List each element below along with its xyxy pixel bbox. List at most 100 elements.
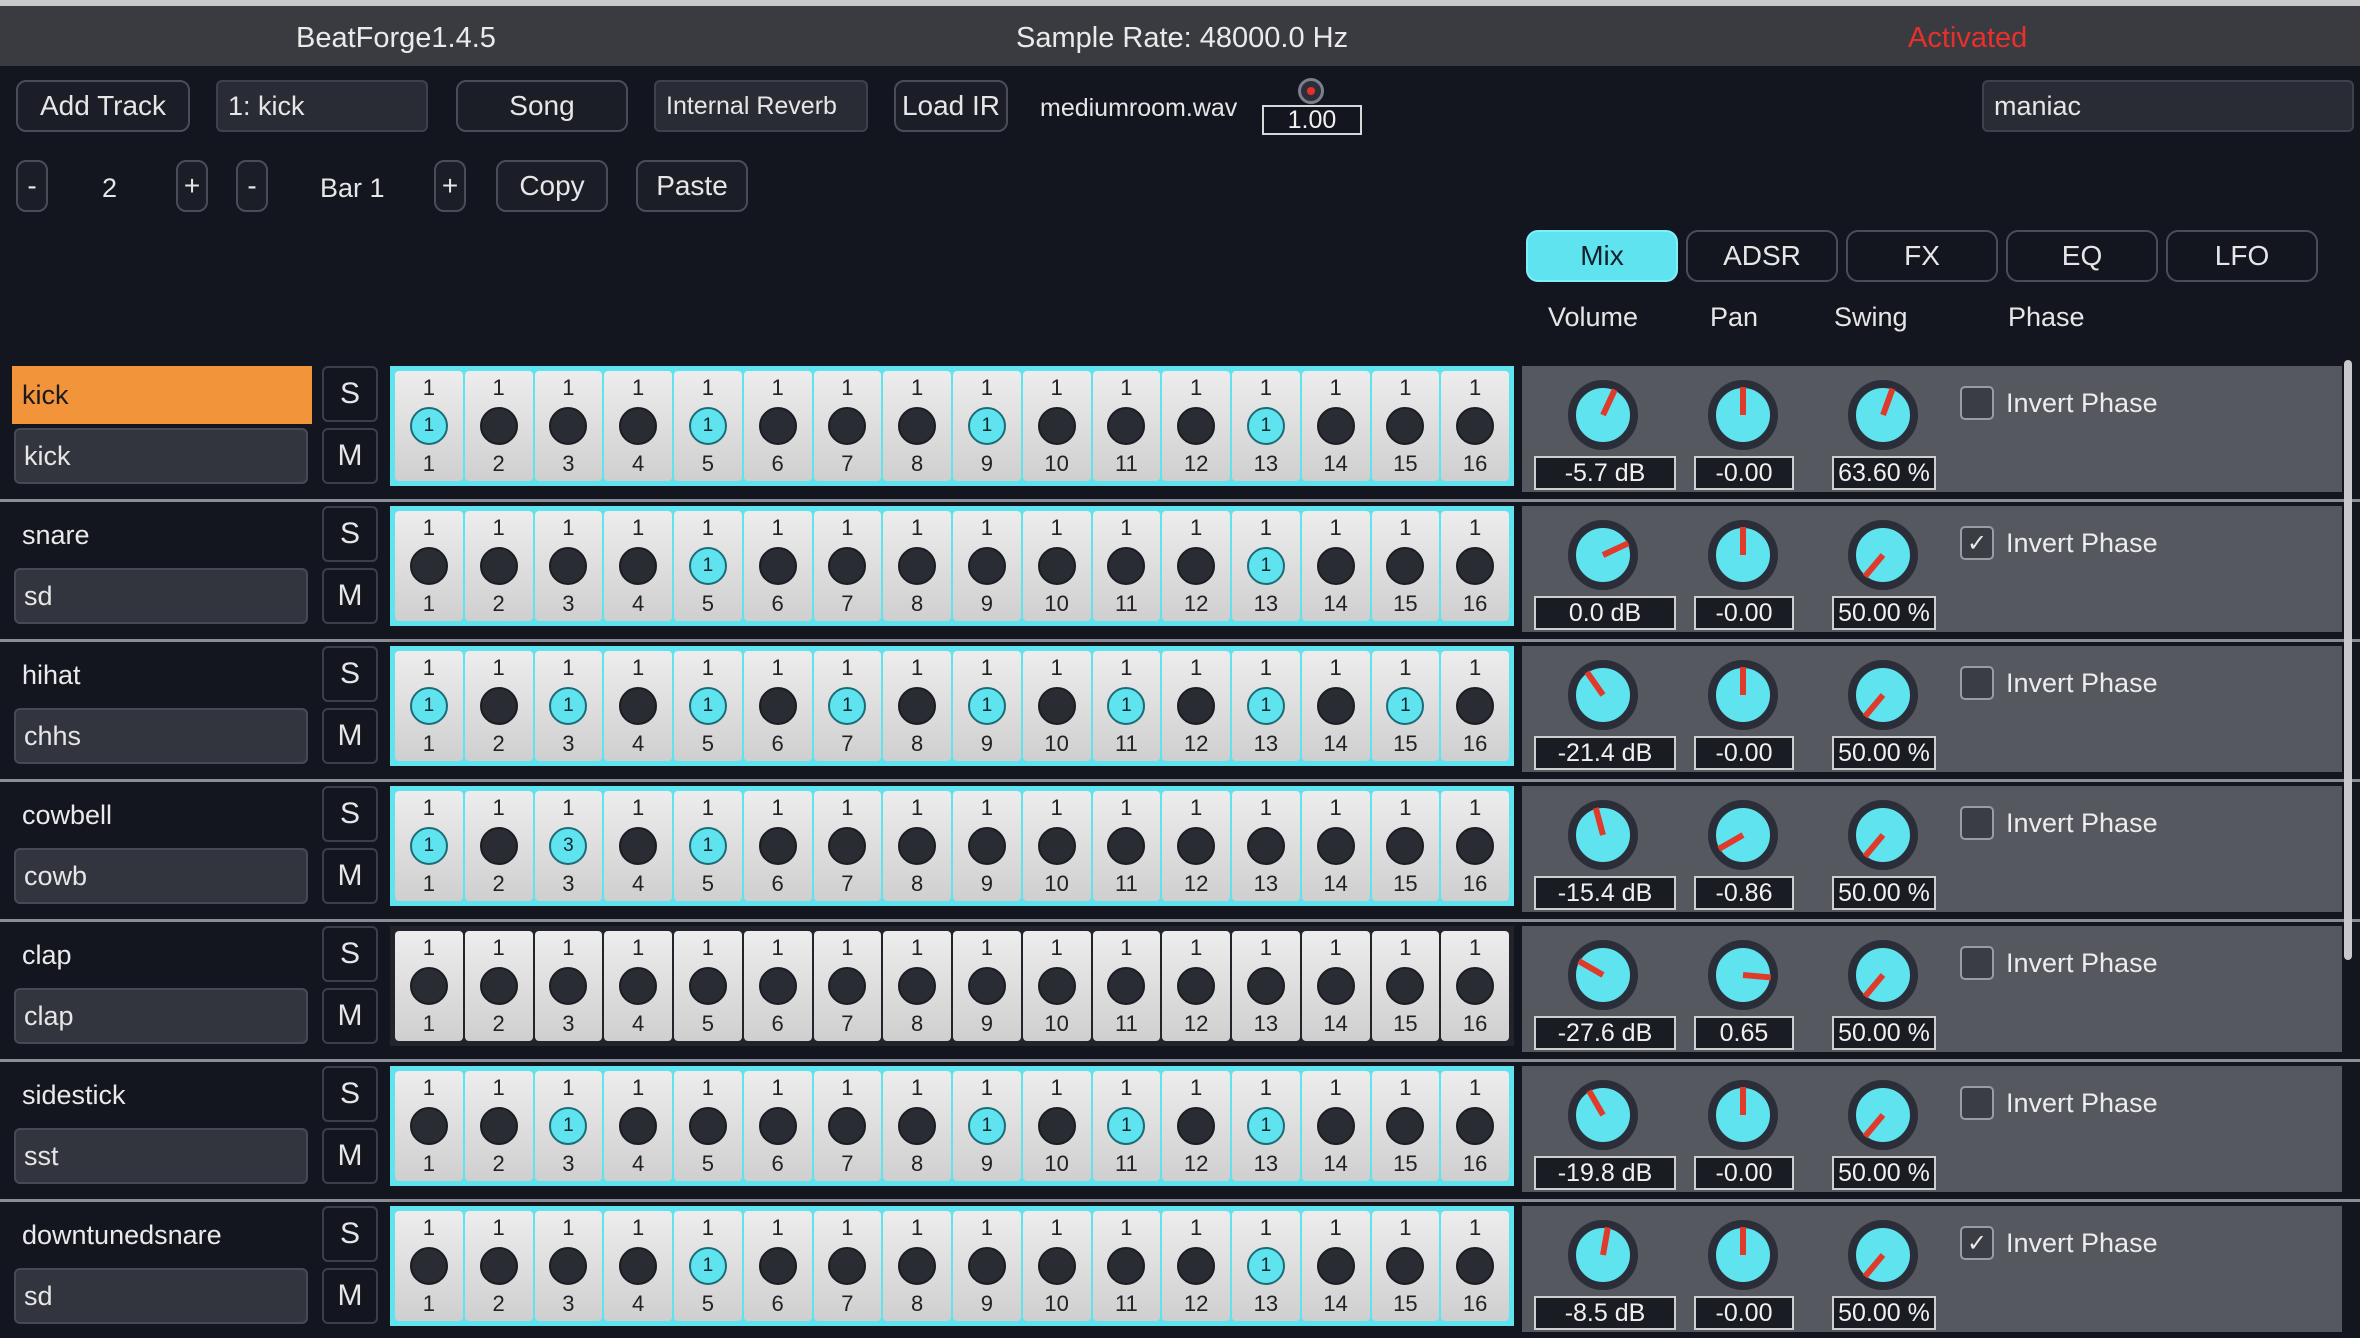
invert-phase-checkbox[interactable] [1960,806,1994,840]
copy-button[interactable]: Copy [496,160,608,212]
swing-value[interactable]: 50.00 % [1832,1016,1936,1050]
step-pad[interactable]: 1 16 [1441,791,1509,901]
step-toggle[interactable] [479,547,518,585]
step-pad[interactable]: 17 [813,1071,882,1181]
step-toggle[interactable] [828,1247,867,1285]
step-toggle[interactable] [619,827,658,865]
step-toggle[interactable] [479,967,518,1005]
step-toggle[interactable] [1246,827,1285,865]
pan-value[interactable]: -0.00 [1694,596,1794,630]
volume-knob[interactable] [1568,660,1638,730]
step-toggle[interactable]: 1 [967,407,1006,445]
step-pad[interactable]: 18 [883,651,951,761]
step-toggle[interactable] [1177,547,1216,585]
step-toggle[interactable] [619,547,658,585]
swing-knob[interactable] [1848,940,1918,1010]
step-pad[interactable]: 115 [674,371,742,481]
step-toggle[interactable]: 1 [549,1107,588,1145]
invert-phase-checkbox[interactable] [1960,666,1994,700]
volume-knob[interactable] [1568,1080,1638,1150]
step-pad[interactable]: 16 [743,791,812,901]
reverb-type-dropdown[interactable]: Internal Reverb [654,80,868,132]
track-sample-field[interactable]: sst [14,1128,308,1184]
step-pad[interactable]: 1 16 [1441,931,1509,1041]
step-pad[interactable]: 115 [1371,931,1440,1041]
step-pad[interactable]: 1 14 [1301,931,1370,1041]
step-toggle[interactable] [1316,1107,1355,1145]
volume-value[interactable]: -21.4 dB [1534,736,1676,770]
track-name[interactable]: kick [12,366,312,424]
step-toggle[interactable] [1316,407,1355,445]
step-pad[interactable]: 1 12 [1162,791,1230,901]
volume-value[interactable]: -15.4 dB [1534,876,1676,910]
step-pad[interactable]: 17 [813,791,882,901]
volume-value[interactable]: -8.5 dB [1534,1296,1676,1330]
step-pad[interactable]: 1 14 [1301,1211,1370,1321]
step-pad[interactable]: 1 10 [1022,1071,1091,1181]
step-toggle[interactable] [1316,967,1355,1005]
step-toggle[interactable] [409,1247,448,1285]
step-toggle[interactable] [828,967,867,1005]
step-pad[interactable]: 17 [813,931,882,1041]
tab-mix[interactable]: Mix [1526,230,1678,282]
step-pad[interactable]: 18 [883,791,951,901]
solo-button[interactable]: S [322,1206,378,1262]
step-pad[interactable]: 12 [464,511,533,621]
step-toggle[interactable]: 1 [1246,1247,1285,1285]
pan-value[interactable]: -0.00 [1694,456,1794,490]
step-pad[interactable]: 1 1 11 [1092,1071,1161,1181]
step-toggle[interactable]: 1 [409,687,448,725]
step-toggle[interactable] [549,547,588,585]
solo-button[interactable]: S [322,786,378,842]
step-pad[interactable]: 115 [1371,511,1440,621]
step-pad[interactable]: 14 [604,511,672,621]
volume-knob[interactable] [1568,940,1638,1010]
step-pad[interactable]: 19 [953,791,1021,901]
step-toggle[interactable]: 1 [549,687,588,725]
step-pad[interactable]: 115 [674,791,742,901]
swing-value[interactable]: 50.00 % [1832,596,1936,630]
track-sample-field[interactable]: sd [14,1268,308,1324]
step-pad[interactable]: 1 1 13 [1232,651,1300,761]
step-toggle[interactable] [1316,547,1355,585]
pan-value[interactable]: 0.65 [1694,1016,1794,1050]
paste-button[interactable]: Paste [636,160,748,212]
step-toggle[interactable] [898,547,937,585]
step-toggle[interactable]: 1 [1107,687,1146,725]
invert-phase-checkbox[interactable] [1960,946,1994,980]
step-pad[interactable]: 12 [464,791,533,901]
track-select-dropdown[interactable]: 1: kick [216,80,428,132]
step-toggle[interactable] [549,407,588,445]
step-pad[interactable]: 14 [604,791,672,901]
step-pad[interactable]: 1 14 [1301,371,1370,481]
step-pad[interactable]: 16 [743,931,812,1041]
step-pad[interactable]: 115 [1371,1071,1440,1181]
step-toggle[interactable]: 1 [1246,407,1285,445]
step-toggle[interactable] [1037,1107,1076,1145]
swing-knob[interactable] [1848,660,1918,730]
mute-button[interactable]: M [322,568,378,624]
step-toggle[interactable]: 1 [688,547,727,585]
step-pad[interactable]: 12 [464,371,533,481]
pan-value[interactable]: -0.00 [1694,736,1794,770]
step-toggle[interactable]: 1 [688,1247,727,1285]
volume-knob[interactable] [1568,800,1638,870]
step-pad[interactable]: 1 1 9 [953,1071,1021,1181]
step-pad[interactable]: 16 [743,1071,812,1181]
step-pad[interactable]: 1 1 13 [1232,511,1300,621]
step-toggle[interactable] [828,407,867,445]
step-pad[interactable]: 1 1 13 [1232,1211,1300,1321]
volume-value[interactable]: -5.7 dB [1534,456,1676,490]
step-toggle[interactable] [967,827,1006,865]
step-pad[interactable]: 1 16 [1441,1211,1509,1321]
step-toggle[interactable]: 1 [1246,687,1285,725]
step-pad[interactable]: 12 [464,931,533,1041]
step-toggle[interactable] [1177,687,1216,725]
step-pad[interactable]: 14 [604,371,672,481]
swing-value[interactable]: 50.00 % [1832,736,1936,770]
swing-knob[interactable] [1848,1220,1918,1290]
step-toggle[interactable] [1386,827,1425,865]
step-toggle[interactable] [479,1107,518,1145]
step-pad[interactable]: 15 [674,931,742,1041]
tab-fx[interactable]: FX [1846,230,1998,282]
